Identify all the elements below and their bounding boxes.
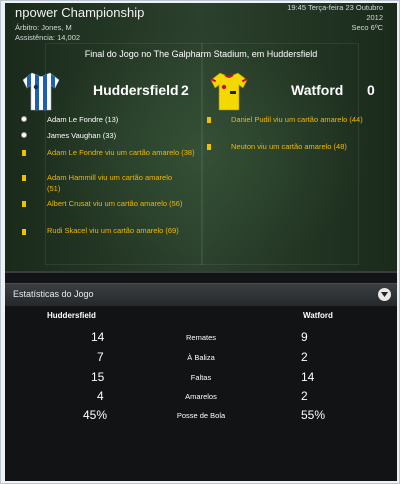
stat-home-value: 4 xyxy=(97,389,104,403)
weather-label: Seco 6ºC xyxy=(351,23,383,32)
yellow-card-icon xyxy=(22,175,26,181)
stat-home-value: 15 xyxy=(91,370,105,384)
away-event: Neuton viu um cartão amarelo (48) xyxy=(231,142,347,151)
window-frame: npower Championship Árbitro: Jones, M As… xyxy=(0,0,400,484)
stat-away-value: 55% xyxy=(301,408,326,422)
stat-away-value: 2 xyxy=(301,350,308,364)
away-event: Daniel Pudil viu um cartão amarelo (44) xyxy=(231,115,363,124)
home-event: James Vaughan (33) xyxy=(47,131,117,140)
home-event: Rudi Skacel viu um cartão amarelo (69) xyxy=(47,226,179,235)
yellow-card-icon xyxy=(22,201,26,207)
chevron-down-icon xyxy=(381,292,388,297)
home-shirt-icon xyxy=(22,72,60,111)
stat-home-value: 7 xyxy=(97,350,104,364)
collapse-toggle-button[interactable] xyxy=(378,288,391,301)
referee-label: Árbitro: Jones, M xyxy=(15,23,72,32)
stats-title: Estatísticas do Jogo xyxy=(13,289,94,299)
stats-away-header: Watford xyxy=(303,311,333,320)
stat-label: Amarelos xyxy=(185,392,217,401)
section-divider xyxy=(5,271,397,273)
home-event: Adam Le Fondre (13) xyxy=(47,115,119,124)
stat-label: Posse de Bola xyxy=(176,411,226,420)
stat-home-value: 45% xyxy=(83,408,108,422)
stat-label: Remates xyxy=(185,333,216,342)
match-year: 2012 xyxy=(366,13,383,22)
attendance-label: Assistência: 14,002 xyxy=(15,33,81,42)
stat-label: À Baliza xyxy=(187,353,215,362)
football-icon xyxy=(21,116,27,122)
competition-title: npower Championship xyxy=(15,5,145,20)
match-datetime: 19:45 Terça-feira 23 Outubro xyxy=(287,3,383,12)
yellow-card-icon xyxy=(207,144,211,150)
home-team-name: Huddersfield xyxy=(93,82,179,98)
stat-label: Faltas xyxy=(190,373,212,382)
home-event: Adam Le Fondre viu um cartão amarelo (38… xyxy=(47,148,195,157)
stat-away-value: 9 xyxy=(301,330,308,344)
away-score: 0 xyxy=(367,82,375,98)
home-event: Albert Crusat viu um cartão amarelo (56) xyxy=(47,199,183,208)
stat-away-value: 14 xyxy=(301,370,315,384)
venue-line: Final do Jogo no The Galpharm Stadium, e… xyxy=(84,49,318,59)
home-score: 2 xyxy=(181,82,189,98)
yellow-card-icon xyxy=(207,117,211,123)
away-team-name: Watford xyxy=(291,82,344,98)
stat-away-value: 2 xyxy=(301,389,308,403)
match-summary: npower Championship Árbitro: Jones, M As… xyxy=(5,3,397,273)
home-event: Adam Hammill viu um cartão amarelo (51) xyxy=(47,173,173,193)
yellow-card-icon xyxy=(22,229,26,235)
stat-home-value: 14 xyxy=(91,330,105,344)
stats-home-header: Huddersfield xyxy=(47,311,96,320)
football-icon xyxy=(21,132,27,138)
stats-header[interactable]: Estatísticas do Jogo xyxy=(5,283,397,307)
match-report-panel: npower Championship Árbitro: Jones, M As… xyxy=(5,3,397,481)
away-shirt-icon xyxy=(210,72,248,111)
yellow-card-icon xyxy=(22,150,26,156)
